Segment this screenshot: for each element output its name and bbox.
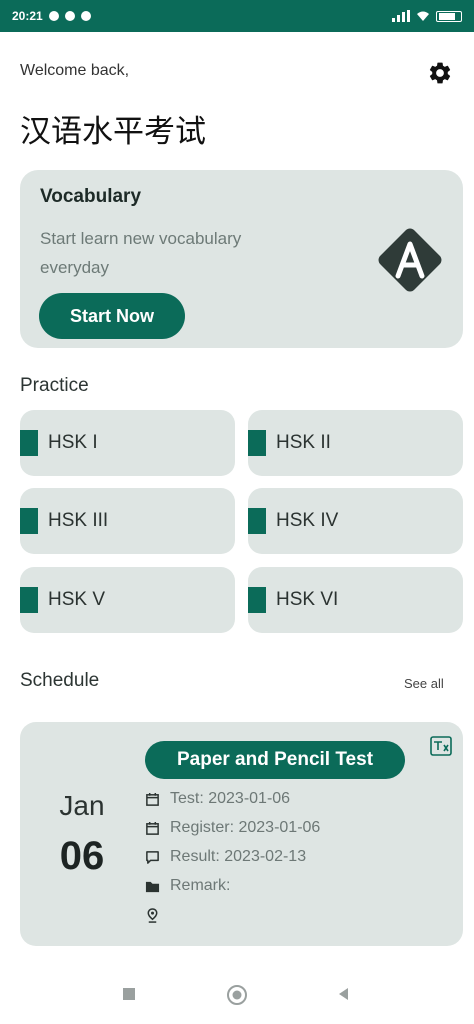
hsk-level-label: HSK II <box>276 432 331 453</box>
location-row <box>145 904 170 926</box>
hsk-level-card[interactable]: HSK IV <box>248 488 463 554</box>
wifi-icon <box>417 11 429 21</box>
status-left: 20:21 <box>12 9 91 23</box>
notification-icon <box>80 11 91 21</box>
hsk-level-label: HSK IV <box>276 510 339 531</box>
schedule-month: Jan <box>59 790 105 821</box>
register-date-row: Register: 2023-01-06 <box>145 817 320 839</box>
letter-a-icon <box>378 228 442 292</box>
status-time: 20:21 <box>12 9 43 23</box>
level-marker <box>248 430 266 456</box>
register-date: Register: 2023-01-06 <box>170 819 321 836</box>
schedule-label: Schedule <box>20 670 100 691</box>
level-marker <box>20 587 38 613</box>
level-marker <box>248 587 266 613</box>
hsk-level-card[interactable]: HSK II <box>248 410 463 476</box>
remark-text: Remark: <box>170 877 231 894</box>
calendar-icon <box>146 792 159 806</box>
status-right <box>392 10 462 22</box>
system-nav-bar <box>0 966 474 1024</box>
test-type-badge[interactable]: Paper and Pencil Test <box>145 741 405 779</box>
level-marker <box>20 430 38 456</box>
translate-icon[interactable] <box>430 736 452 756</box>
hsk-level-label: HSK III <box>48 510 109 531</box>
schedule-card[interactable]: Jan 06 Paper and Pencil Test Test: 2023-… <box>20 722 463 946</box>
start-now-button[interactable]: Start Now <box>39 293 185 339</box>
notification-icon <box>64 11 75 21</box>
hsk-level-card[interactable]: HSK I <box>20 410 235 476</box>
vocabulary-card: Vocabulary Start learn new vocabulary ev… <box>20 170 463 348</box>
result-date: Result: 2023-02-13 <box>170 848 307 865</box>
hsk-level-card[interactable]: HSK III <box>20 488 235 554</box>
gear-icon[interactable] <box>427 60 453 86</box>
test-date-row: Test: 2023-01-06 <box>145 788 290 810</box>
notification-icon <box>48 11 59 21</box>
schedule-day: 06 <box>59 834 105 878</box>
hsk-level-label: HSK I <box>48 432 98 453</box>
vocabulary-description: Start learn new vocabulary everyday <box>40 229 242 277</box>
welcome-text: Welcome back, <box>20 62 130 79</box>
calendar-icon <box>146 821 159 835</box>
recent-apps-icon[interactable] <box>121 986 137 1002</box>
test-date: Test: 2023-01-06 <box>170 790 291 807</box>
signal-icon <box>392 10 410 22</box>
see-all-link[interactable]: See all <box>404 676 444 691</box>
hsk-level-label: HSK VI <box>276 589 339 610</box>
folder-icon <box>145 881 160 892</box>
status-bar: 20:21 <box>0 0 474 32</box>
hsk-level-card[interactable]: HSK VI <box>248 567 463 633</box>
location-pin-icon <box>147 907 158 923</box>
hsk-level-card[interactable]: HSK V <box>20 567 235 633</box>
home-icon[interactable] <box>226 984 248 1006</box>
result-date-row: Result: 2023-02-13 <box>145 846 306 868</box>
practice-label: Practice <box>20 375 89 396</box>
back-icon[interactable] <box>336 986 352 1002</box>
chat-icon <box>146 850 159 864</box>
hsk-level-label: HSK V <box>48 589 106 610</box>
vocabulary-title: Vocabulary <box>40 186 142 207</box>
level-marker <box>248 508 266 534</box>
level-marker <box>20 508 38 534</box>
page-title: 汉语水平考试 <box>20 114 206 150</box>
remark-row: Remark: <box>145 875 230 897</box>
battery-icon <box>436 10 462 22</box>
